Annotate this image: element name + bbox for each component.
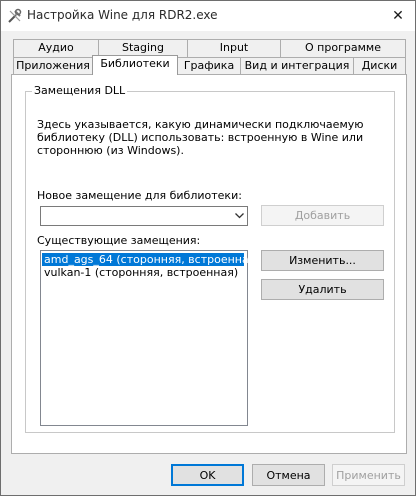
- wine-config-window: Настройка Wine для RDR2.exe ✕ Аудио Stag…: [0, 0, 416, 496]
- chevron-down-icon[interactable]: [231, 207, 247, 225]
- ok-button[interactable]: OK: [171, 464, 244, 486]
- close-icon[interactable]: ✕: [387, 5, 409, 27]
- tab-drives[interactable]: Диски: [353, 57, 406, 75]
- title-bar[interactable]: Настройка Wine для RDR2.exe ✕: [1, 1, 415, 31]
- dll-description: Здесь указывается, какую динамически под…: [37, 118, 364, 157]
- dll-overrides-group: Замещения DLL Здесь указывается, какую д…: [25, 84, 395, 433]
- tab-audio[interactable]: Аудио: [13, 39, 99, 57]
- list-item[interactable]: amd_ags_64 (сторонняя, встроенная): [42, 253, 260, 266]
- add-button-label: Добавить: [294, 209, 351, 222]
- existing-overrides-label: Существующие замещения:: [37, 234, 201, 247]
- tab-applications[interactable]: Приложения: [13, 57, 93, 75]
- cancel-button[interactable]: Отмена: [252, 464, 325, 486]
- list-item[interactable]: vulkan-1 (сторонняя, встроенная): [42, 266, 240, 279]
- edit-button[interactable]: Изменить...: [261, 250, 384, 271]
- cancel-button-label: Отмена: [266, 468, 311, 482]
- tab-desktop-integration[interactable]: Вид и интеграция: [240, 57, 354, 75]
- edit-button-label: Изменить...: [289, 254, 356, 267]
- apply-button-label: Применить: [336, 468, 401, 482]
- wine-config-icon: [7, 8, 23, 24]
- tab-libraries[interactable]: Библиотеки: [92, 55, 178, 75]
- delete-button-label: Удалить: [298, 283, 347, 296]
- window-title: Настройка Wine для RDR2.exe: [27, 8, 218, 22]
- tab-graphics[interactable]: Графика: [177, 57, 241, 75]
- group-legend: Замещения DLL: [32, 84, 128, 97]
- apply-button[interactable]: Применить: [332, 464, 405, 486]
- tab-about[interactable]: О программе: [280, 39, 406, 57]
- existing-overrides-list[interactable]: amd_ags_64 (сторонняя, встроенная) vulka…: [40, 250, 260, 426]
- libraries-panel: Замещения DLL Здесь указывается, какую д…: [11, 74, 407, 454]
- delete-button[interactable]: Удалить: [261, 279, 384, 300]
- new-override-label: Новое замещение для библиотеки:: [37, 189, 242, 202]
- tab-input[interactable]: Input: [187, 39, 281, 57]
- add-button[interactable]: Добавить: [261, 205, 384, 226]
- ok-button-label: OK: [199, 468, 216, 482]
- new-override-combobox[interactable]: [40, 206, 248, 226]
